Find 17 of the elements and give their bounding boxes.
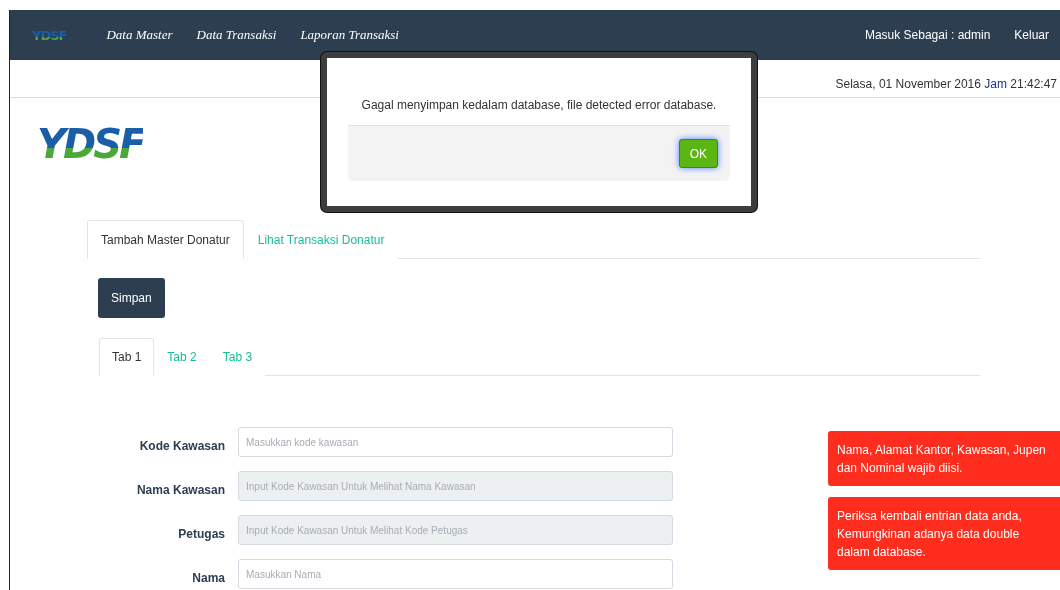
- field-label: Kode Kawasan: [138, 439, 225, 453]
- form-tab[interactable]: Tab 1: [99, 338, 155, 376]
- text-input-field[interactable]: Masukkan kode kawasan: [238, 427, 673, 457]
- logout-link[interactable]: Keluar: [1014, 28, 1049, 42]
- user-label: Masuk Sebagai : admin: [864, 28, 991, 42]
- page-tab[interactable]: Tambah Master Donatur: [87, 220, 244, 259]
- field-label: Nama Kawasan: [135, 483, 225, 497]
- text-input-field[interactable]: Masukkan Nama: [238, 559, 673, 589]
- field-label: Nama: [191, 571, 225, 585]
- nav-menu-link[interactable]: Laporan Transaksi: [300, 27, 399, 43]
- date-time-text: Selasa, 01 November 2016 Jam 21:42:47: [835, 77, 1057, 91]
- save-button[interactable]: Simpan: [98, 278, 165, 318]
- error-alert: Nama, Alamat Kantor, Kawasan, Jupen dan Nominal wajib diisi.: [828, 431, 1060, 486]
- nav-menu-link[interactable]: Data Master: [106, 27, 173, 43]
- nav-menu-link[interactable]: Data Transaksi: [196, 27, 277, 43]
- field-label: Petugas: [177, 527, 225, 541]
- error-alert: Periksa kembali entrian data anda, Kemungkinan adanya data double dalam database.: [828, 497, 1060, 570]
